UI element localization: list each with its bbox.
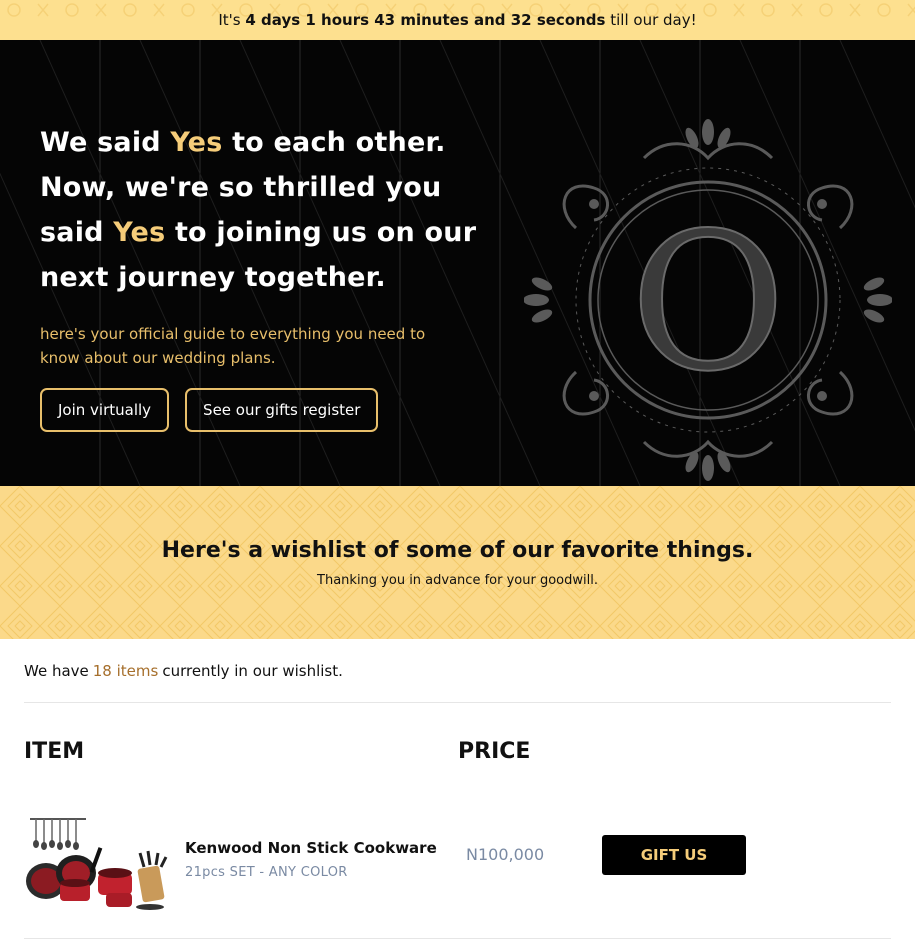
product-variant: 21pcs SET - ANY COLOR [185,865,348,880]
join-virtually-button[interactable]: Join virtually [40,388,170,432]
hero-title-text: to each other. [222,127,446,158]
hero-subtitle: here's your official guide to everything… [40,325,426,367]
wishlist-row: Kenwood Non Stick Cookware 21pcs SET - A… [24,799,891,939]
hero-title-text: We said [40,127,171,158]
hero-title-text: Now, we're so thrilled you [40,172,442,203]
wishlist-count: We have 18 items currently in our wishli… [24,639,891,703]
product-price: N100,000 [466,845,545,864]
hero-text: We said Yes to each other. Now, we're so… [40,120,480,370]
hero-section: We said Yes to each other. Now, we're so… [0,40,915,486]
wishlist-table-header: ITEM PRICE [24,703,891,799]
column-header-item: ITEM [24,739,85,764]
countdown-bar: It's 4 days 1 hours 43 minutes and 32 se… [0,0,915,40]
hero-buttons: Join virtually See our gifts register [40,388,379,432]
hero-title-text: to joining us on our [165,217,477,248]
monogram-emblem: O [524,119,892,481]
product-image [26,818,168,910]
wishlist-subtitle: Thanking you in advance for your goodwil… [317,573,598,588]
wishlist-section: We have 18 items currently in our wishli… [0,639,915,939]
wishlist-count-prefix: We have [24,661,89,680]
gift-us-button[interactable]: GIFT US [602,835,746,875]
product-name: Kenwood Non Stick Cookware [185,839,437,857]
wishlist-count-highlight: 18 items [92,661,159,680]
hero-title-text: next journey together. [40,262,386,293]
hero-yes-highlight: Yes [113,217,166,248]
countdown-prefix: It's [218,11,241,29]
hero-title: We said Yes to each other. Now, we're so… [40,120,480,300]
wishlist-title: Here's a wishlist of some of our favorit… [161,538,754,563]
countdown-time: 4 days 1 hours 43 minutes and 32 seconds [245,11,606,29]
hero-yes-highlight: Yes [170,127,223,158]
wishlist-banner: Here's a wishlist of some of our favorit… [0,486,915,639]
column-header-price: PRICE [458,739,531,764]
countdown-suffix: till our day! [610,11,697,29]
hero-title-text: said [40,217,114,248]
monogram-letter: O [630,192,786,413]
wishlist-count-suffix: currently in our wishlist. [162,661,343,680]
gifts-register-button[interactable]: See our gifts register [185,388,379,432]
countdown-text: It's 4 days 1 hours 43 minutes and 32 se… [218,11,696,29]
